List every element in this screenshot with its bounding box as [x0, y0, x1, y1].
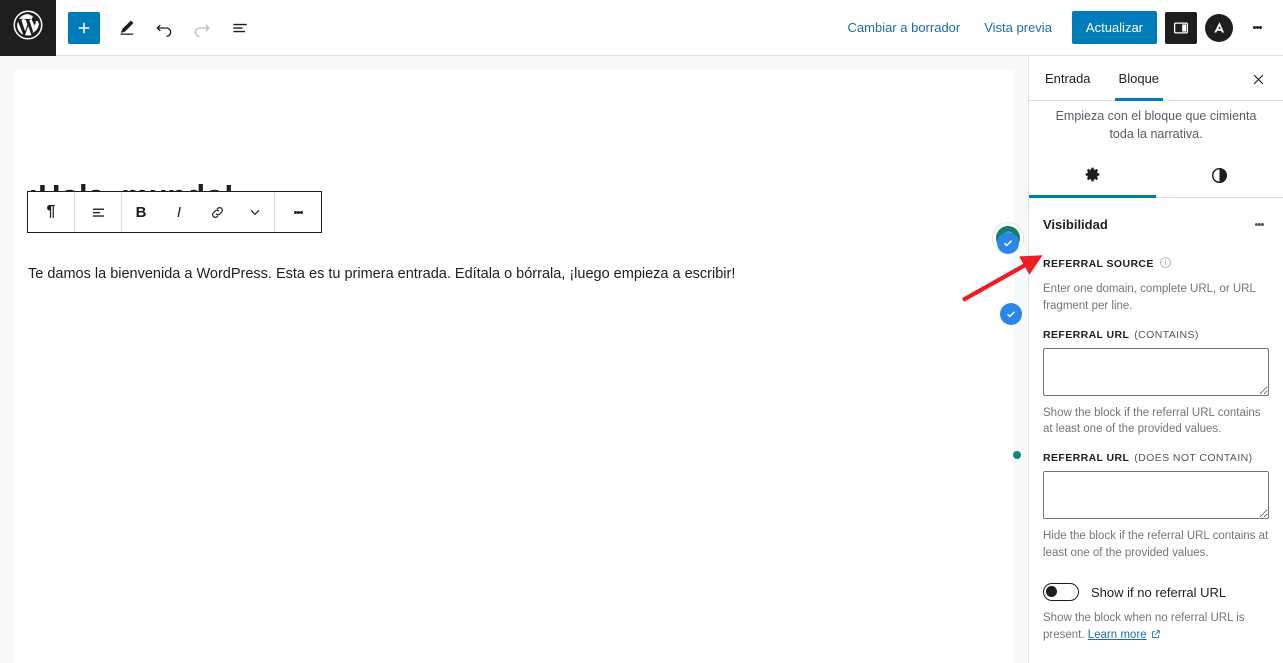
italic-glyph: I — [176, 203, 182, 221]
referral-url-not-contains-label-strong: REFERRAL URL — [1043, 451, 1130, 464]
show-if-no-referral-help: Show the block when no referral URL is p… — [1043, 610, 1269, 643]
panel-options-icon[interactable] — [1247, 212, 1271, 236]
redo-icon — [184, 10, 220, 46]
referral-url-contains-input[interactable] — [1043, 347, 1269, 396]
visibility-panel-body: REFERRAL SOURCE Enter one domain, comple… — [1029, 256, 1283, 657]
visibility-panel-header: Visibilidad — [1029, 198, 1283, 242]
bold-glyph: B — [135, 203, 147, 221]
post-canvas[interactable]: ¡Hola, mundo! Te damos la bienvenida a W… — [14, 70, 1024, 663]
toggle-knob — [1046, 586, 1057, 598]
document-overview-icon[interactable] — [222, 10, 258, 46]
referral-url-contains-help: Show the block if the referral URL conta… — [1043, 406, 1261, 436]
paragraph-block[interactable]: Te damos la bienvenida a WordPress. Esta… — [28, 263, 735, 286]
referral-source-help: Enter one domain, complete URL, or URL f… — [1043, 283, 1256, 312]
external-link-icon — [1147, 629, 1161, 641]
paragraph-glyph: ¶ — [46, 203, 56, 220]
referral-url-not-contains-label-soft: (DOES NOT CONTAIN) — [1134, 451, 1253, 464]
bold-icon[interactable]: B — [122, 192, 160, 232]
avatar[interactable] — [1205, 13, 1233, 42]
wordpress-logo-icon — [13, 10, 43, 45]
options-ellipsis-icon[interactable] — [1241, 10, 1273, 46]
learn-more-link[interactable]: Learn more — [1088, 629, 1147, 641]
block-description: Empieza con el bloque que cimienta toda … — [1055, 109, 1257, 142]
green-status-dot — [1013, 451, 1021, 459]
top-bar-right-actions: Cambiar a borrador Vista previa Actualiz… — [836, 10, 1283, 46]
tab-bloque[interactable]: Bloque — [1107, 56, 1171, 101]
tab-entrada[interactable]: Entrada — [1033, 56, 1103, 101]
referral-url-not-contains-help: Hide the block if the referral URL conta… — [1043, 529, 1269, 559]
styles-contrast-icon[interactable] — [1156, 153, 1283, 197]
switch-to-draft-button[interactable]: Cambiar a borrador — [836, 14, 973, 41]
wordpress-logo-button[interactable] — [0, 0, 56, 56]
block-options-icon[interactable] — [275, 192, 321, 232]
edit-pencil-icon[interactable] — [108, 10, 144, 46]
block-options-dots — [282, 194, 314, 230]
referral-url-contains-label-soft: (CONTAINS) — [1134, 328, 1199, 341]
blue-check-icon[interactable] — [1000, 303, 1022, 325]
preview-button[interactable]: Vista previa — [972, 14, 1064, 41]
more-formatting-chevron-icon[interactable] — [236, 192, 274, 232]
referral-source-label: REFERRAL SOURCE — [1043, 256, 1269, 272]
block-toolbar: ¶ B I — [27, 191, 322, 233]
referral-url-contains-label: REFERRAL URL (CONTAINS) — [1043, 329, 1269, 341]
blue-check-icon[interactable] — [997, 232, 1019, 254]
add-block-button[interactable] — [68, 11, 100, 44]
paragraph-block-icon[interactable]: ¶ — [28, 192, 74, 232]
editor-top-bar: Cambiar a borrador Vista previa Actualiz… — [0, 0, 1283, 56]
referral-url-not-contains-input[interactable] — [1043, 470, 1269, 519]
link-icon[interactable] — [198, 192, 236, 232]
align-text-icon[interactable] — [75, 192, 121, 232]
referral-source-label-text: REFERRAL SOURCE — [1043, 258, 1154, 271]
sidebar-toggle-icon[interactable] — [1165, 11, 1197, 44]
block-settings-sidebar: Entrada Bloque Empieza con el bloque que… — [1028, 56, 1283, 663]
referral-url-not-contains-label: REFERRAL URL (DOES NOT CONTAIN) — [1043, 452, 1269, 464]
editor-stage: ¡Hola, mundo! Te damos la bienvenida a W… — [0, 56, 1028, 663]
italic-icon[interactable]: I — [160, 192, 198, 232]
settings-gear-icon[interactable] — [1029, 153, 1156, 199]
info-icon[interactable] — [1159, 256, 1172, 272]
undo-icon[interactable] — [146, 10, 182, 46]
show-if-no-referral-row: Show if no referral URL — [1043, 583, 1269, 602]
close-icon[interactable] — [1243, 64, 1273, 94]
show-if-no-referral-label: Show if no referral URL — [1091, 584, 1227, 600]
show-if-no-referral-toggle[interactable] — [1043, 583, 1079, 602]
top-bar-left-tools — [56, 10, 258, 46]
update-button[interactable]: Actualizar — [1071, 11, 1157, 44]
sidebar-icon-tabs — [1029, 153, 1283, 199]
panel-title: Visibilidad — [1043, 216, 1108, 232]
sidebar-tabs: Entrada Bloque — [1029, 56, 1283, 101]
referral-url-contains-label-strong: REFERRAL URL — [1043, 328, 1130, 341]
